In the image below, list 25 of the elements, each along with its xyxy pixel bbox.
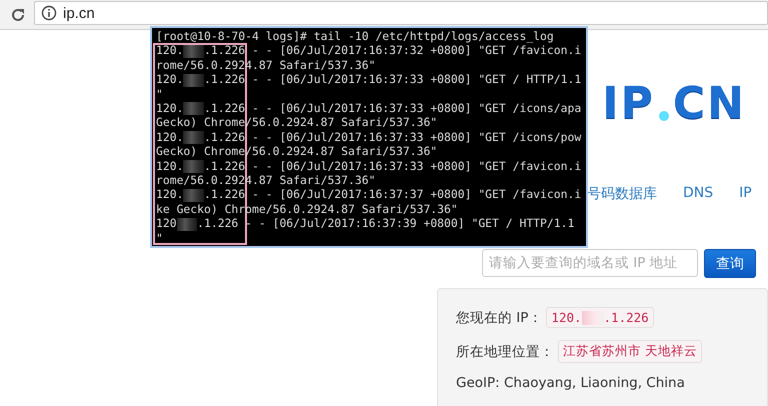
log-line: 120. .1.226 - - [06/Jul/2017:16:37:33 +0800] "GET /icons/apa [156, 101, 582, 116]
nav-link[interactable]: DNS [683, 185, 714, 203]
nav-link[interactable]: IP [739, 185, 752, 203]
command-line: [root@10-8-70-4 logs]# tail -10 /etc/httpd/logs/access_log [156, 29, 554, 44]
log-line: 120. .1.226 - - [06/Jul/2017:16:37:33 +0800] "GET /favicon.i [156, 158, 582, 174]
logo: IP CN [602, 78, 746, 129]
geoip-text: GeoIP: Chaoyang, Liaoning, China [456, 375, 685, 391]
location-value: 江苏省苏州市 天地祥云 [558, 340, 702, 363]
log-line: " [156, 86, 163, 102]
log-line: 120 .1.226 - - [06/Jul/2017:16:37:39 +0800] "GET / HTTP/1.1 [156, 216, 574, 231]
reload-icon[interactable] [10, 6, 26, 22]
log-line: 120. .1.226 - - [06/Jul/2017:16:37:37 +0800] "GET /favicon.i [156, 187, 582, 202]
location-label: 所在地理位置： [456, 342, 554, 360]
address-bar[interactable]: ip.cn [34, 1, 768, 25]
log-line: 120. .1.226 - - [06/Jul/2017:16:37:32 +0800] "GET /favicon.i [156, 43, 582, 58]
query-button[interactable]: 查询 [704, 249, 756, 278]
nav-link[interactable]: 号码数据库 [587, 185, 657, 203]
info-icon[interactable] [41, 5, 57, 21]
log-line: 120. .1.226 - - [06/Jul/2017:16:37:33 +0800] "GET /icons/pow [156, 130, 582, 144]
url-text: ip.cn [63, 4, 95, 22]
ip-label: 您现在的 IP： [456, 308, 542, 326]
ip-value: 120. .1.226 [546, 307, 654, 328]
log-line: " [156, 230, 163, 246]
log-line: 120. .1.226 - - [06/Jul/2017:16:37:33 +0800] "GET / HTTP/1.1 [156, 72, 582, 87]
search-field[interactable]: 请输入要查询的域名或 IP 地址 [482, 249, 698, 277]
